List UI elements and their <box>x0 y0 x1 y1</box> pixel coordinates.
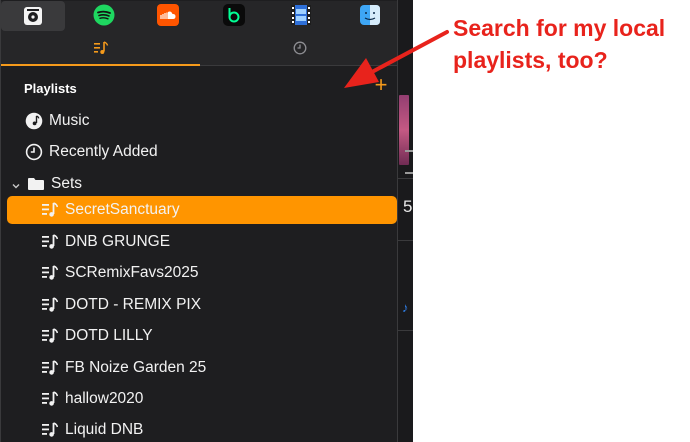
playlist-label: DNB GRUNGE <box>65 233 171 250</box>
music-player-icon <box>24 7 42 25</box>
screenshot-root: 5 ♪ Playlists + Music Recently Added Set… <box>0 0 690 442</box>
music-note-circle-icon <box>24 111 44 131</box>
source-soundcloud-button[interactable] <box>157 4 179 26</box>
source-spotify-button[interactable] <box>93 4 115 26</box>
playlist-row[interactable]: SecretSanctuary <box>7 196 397 224</box>
playlist-icon <box>40 358 60 378</box>
playlist-icon <box>40 326 60 346</box>
source-local-button[interactable] <box>1 1 65 31</box>
playlist-label: DOTD - REMIX PIX <box>65 296 202 313</box>
playlist-label: SCRemixFavs2025 <box>65 264 199 281</box>
background-mark <box>405 172 413 174</box>
playlist-row[interactable]: Recently Added <box>7 138 397 166</box>
playlist-row[interactable]: DOTD LILLY <box>7 322 397 350</box>
source-bar <box>1 1 397 31</box>
background-digit: 5 <box>403 197 413 216</box>
add-playlist-button[interactable]: + <box>373 74 389 96</box>
playlist-label: hallow2020 <box>65 390 144 407</box>
playlist-row[interactable]: DNB GRUNGE <box>7 228 397 256</box>
playlist-icon <box>40 200 60 220</box>
tab-history[interactable] <box>200 31 397 65</box>
playlist-row[interactable]: Liquid DNB <box>7 416 397 442</box>
music-note-icon: ♪ <box>402 300 409 315</box>
playlist-icon <box>40 263 60 283</box>
playlist-label: Recently Added <box>49 143 158 160</box>
source-video-button[interactable] <box>290 4 312 26</box>
playlist-label: FB Noize Garden 25 <box>65 359 207 376</box>
spotify-icon <box>93 4 115 26</box>
waveform <box>399 95 409 165</box>
playlist-row[interactable]: hallow2020 <box>7 385 397 413</box>
playlist-row[interactable]: FB Noize Garden 25 <box>7 354 397 382</box>
finder-icon <box>360 5 380 25</box>
beatport-icon <box>223 4 245 26</box>
film-icon <box>291 5 311 25</box>
playlist-label: DOTD LILLY <box>65 327 153 344</box>
playlist-label: Liquid DNB <box>65 421 144 438</box>
playlist-row[interactable]: Music <box>7 107 397 135</box>
source-finder-button[interactable] <box>359 4 381 26</box>
chevron-down-icon[interactable] <box>11 178 21 189</box>
tab-playlists[interactable] <box>1 31 200 66</box>
clock-icon <box>24 142 44 162</box>
playlist-icon <box>40 389 60 409</box>
library-tabs <box>1 31 397 66</box>
playlist-label: Music <box>49 112 90 129</box>
folder-row[interactable]: Sets <box>7 170 397 198</box>
soundcloud-icon <box>157 4 179 26</box>
playlist-icon <box>40 232 60 252</box>
playlist-icon <box>40 420 60 440</box>
playlist-label: SecretSanctuary <box>65 201 180 218</box>
playlists-header: Playlists <box>24 81 77 96</box>
source-beatport-button[interactable] <box>223 4 245 26</box>
background-mark <box>405 150 413 152</box>
playlist-note-icon <box>93 41 108 54</box>
playlist-label: Sets <box>51 175 83 192</box>
playlist-icon <box>40 295 60 315</box>
library-panel: Playlists + Music Recently Added Sets Secre… <box>0 0 398 442</box>
clock-icon <box>293 41 306 55</box>
active-tab-indicator <box>1 64 200 66</box>
folder-icon <box>26 174 46 194</box>
annotation-text: Search for my local playlists, too? <box>453 15 666 73</box>
playlist-row[interactable]: DOTD - REMIX PIX <box>7 291 397 319</box>
playlist-row[interactable]: SCRemixFavs2025 <box>7 259 397 287</box>
